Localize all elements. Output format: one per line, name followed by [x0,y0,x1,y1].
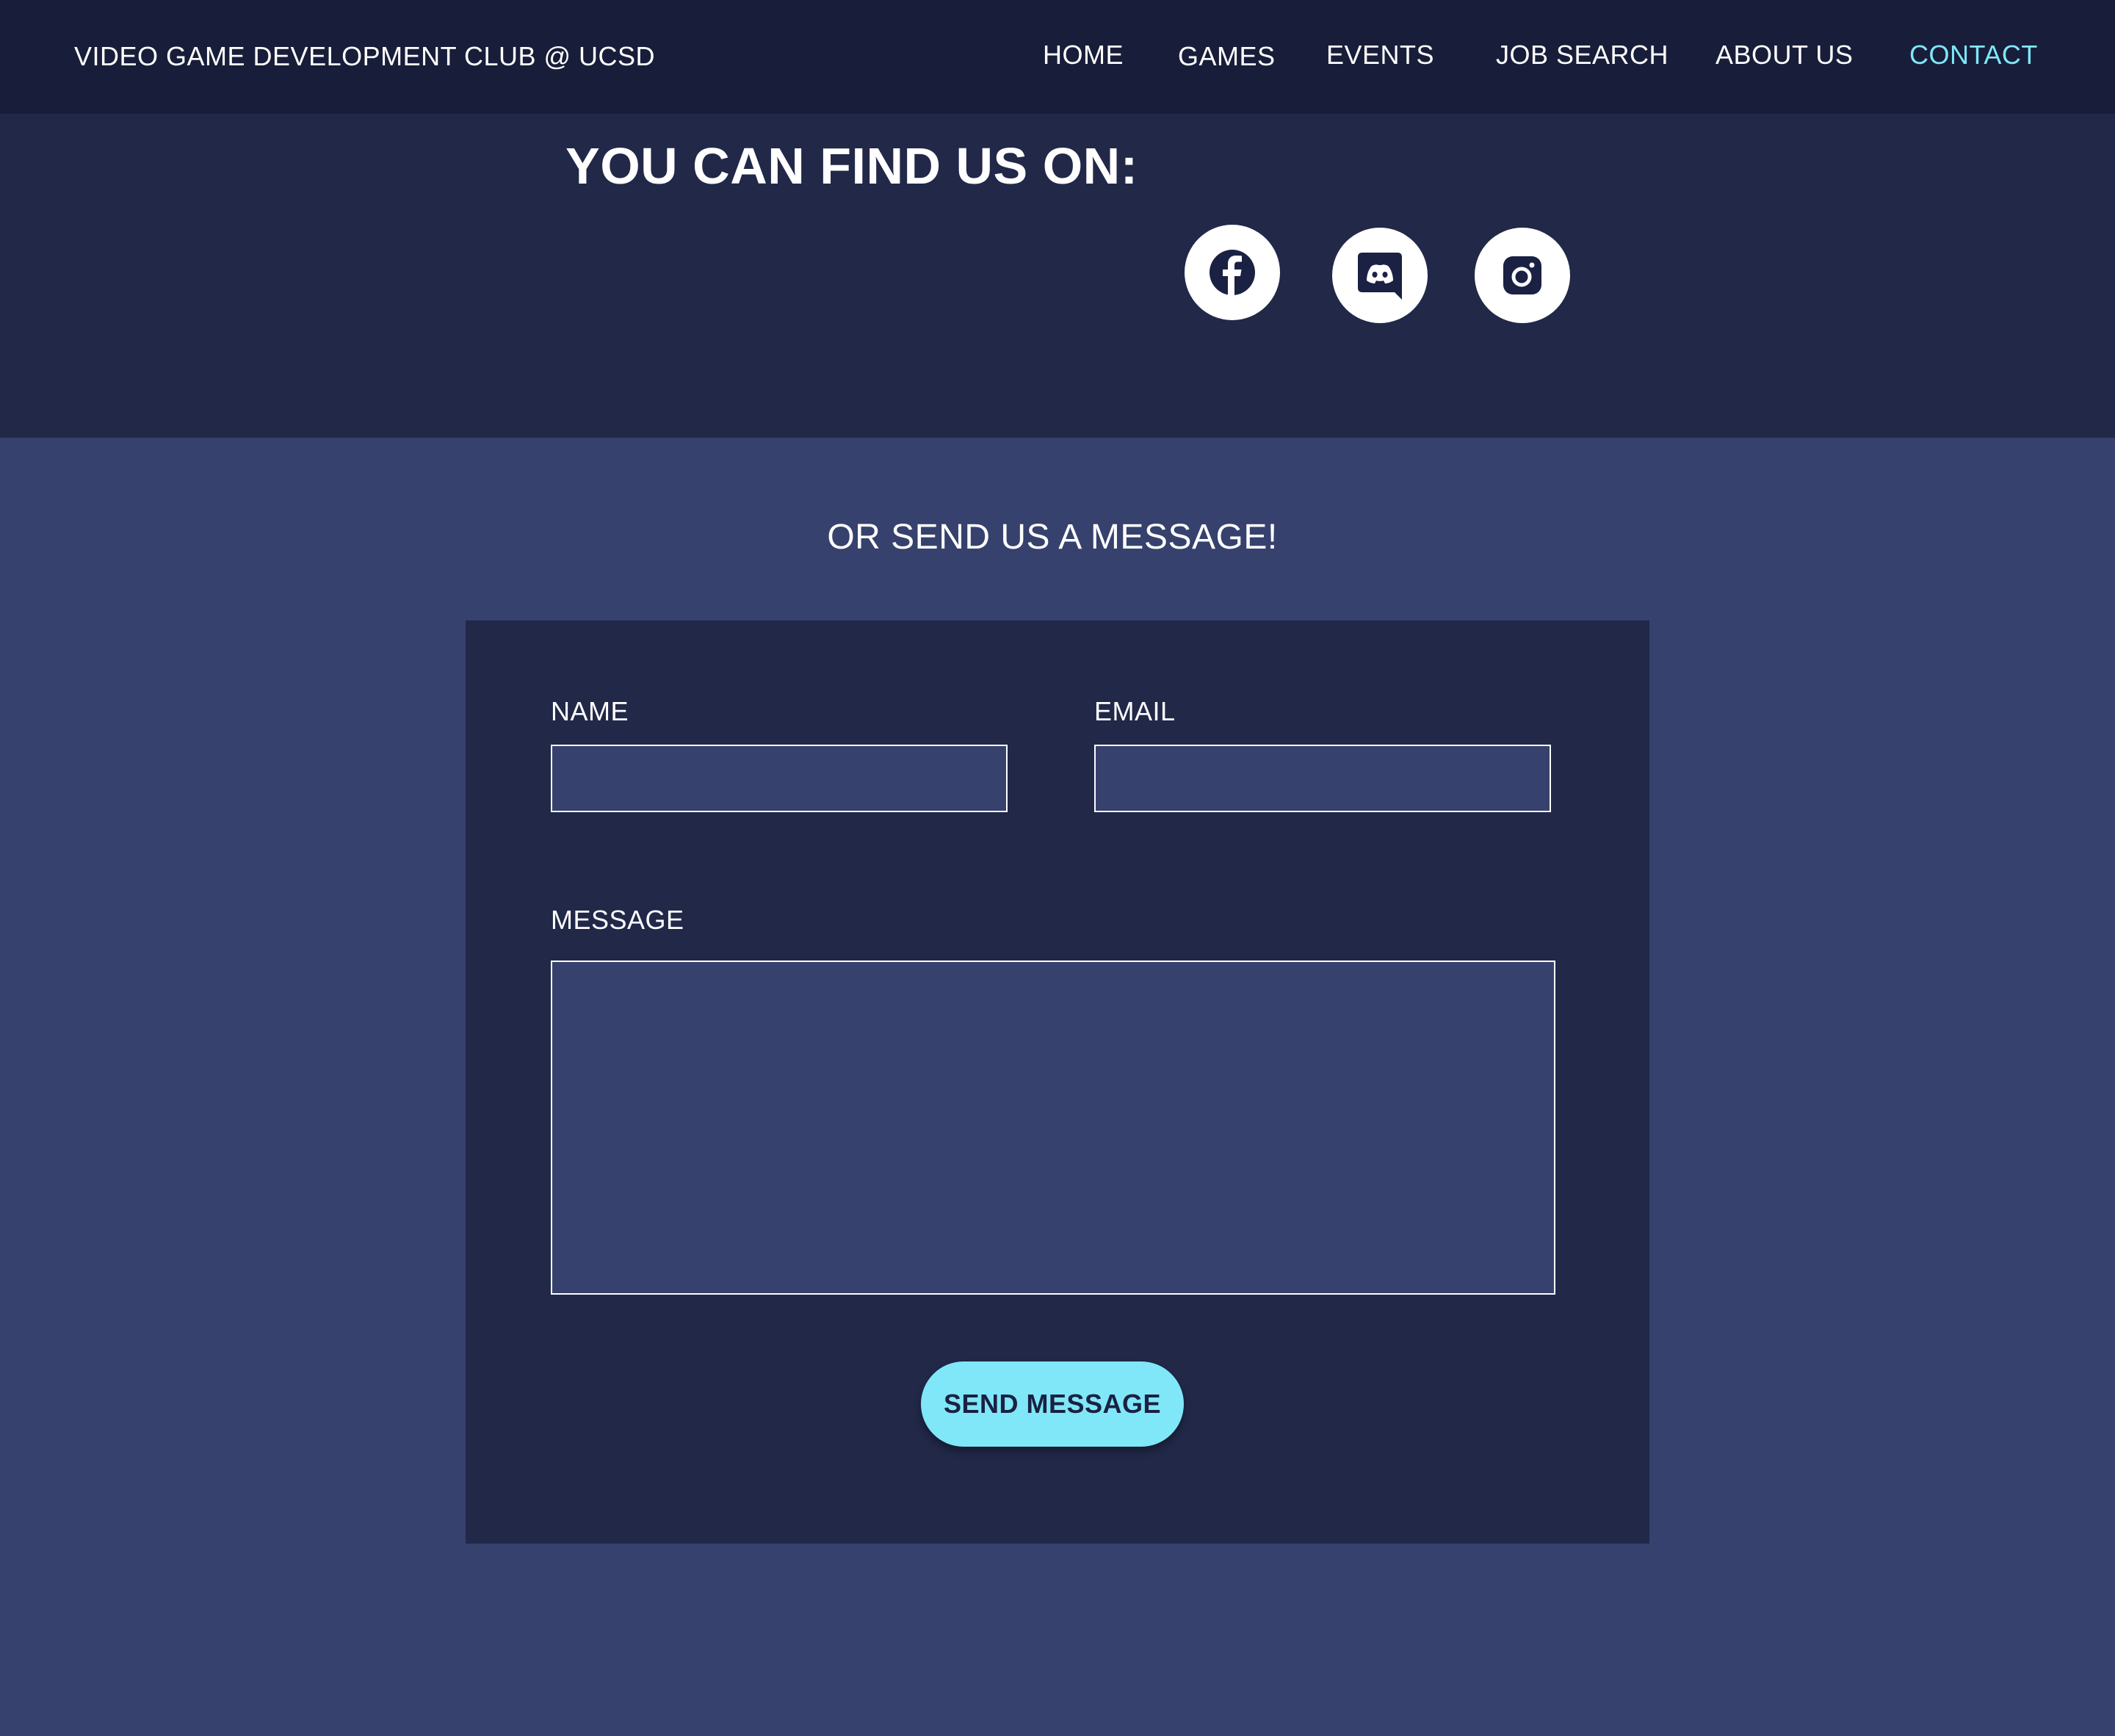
facebook-link[interactable] [1185,225,1280,320]
instagram-icon [1502,255,1543,296]
message-textarea[interactable] [551,961,1555,1295]
facebook-icon [1207,247,1258,298]
nav-contact[interactable]: CONTACT [1909,40,2038,70]
nav-home[interactable]: HOME [1043,40,1124,70]
site-title[interactable]: VIDEO GAME DEVELOPMENT CLUB @ UCSD [74,41,655,72]
email-label: EMAIL [1094,696,1176,726]
message-label: MESSAGE [551,905,684,935]
send-message-heading: OR SEND US A MESSAGE! [827,518,1278,557]
instagram-link[interactable] [1475,228,1570,323]
discord-link[interactable] [1332,228,1428,323]
discord-icon [1356,250,1403,301]
find-us-heading: YOU CAN FIND US ON: [565,137,1138,195]
nav-events[interactable]: EVENTS [1326,40,1434,70]
nav-about-us[interactable]: ABOUT US [1716,40,1853,70]
name-input[interactable] [551,745,1008,812]
top-nav-bar: VIDEO GAME DEVELOPMENT CLUB @ UCSD HOME … [0,0,2115,114]
send-message-button[interactable]: SEND MESSAGE [921,1361,1184,1447]
nav-games[interactable]: GAMES [1178,41,1276,72]
name-label: NAME [551,696,629,726]
nav-job-search[interactable]: JOB SEARCH [1496,40,1668,70]
email-input[interactable] [1094,745,1551,812]
